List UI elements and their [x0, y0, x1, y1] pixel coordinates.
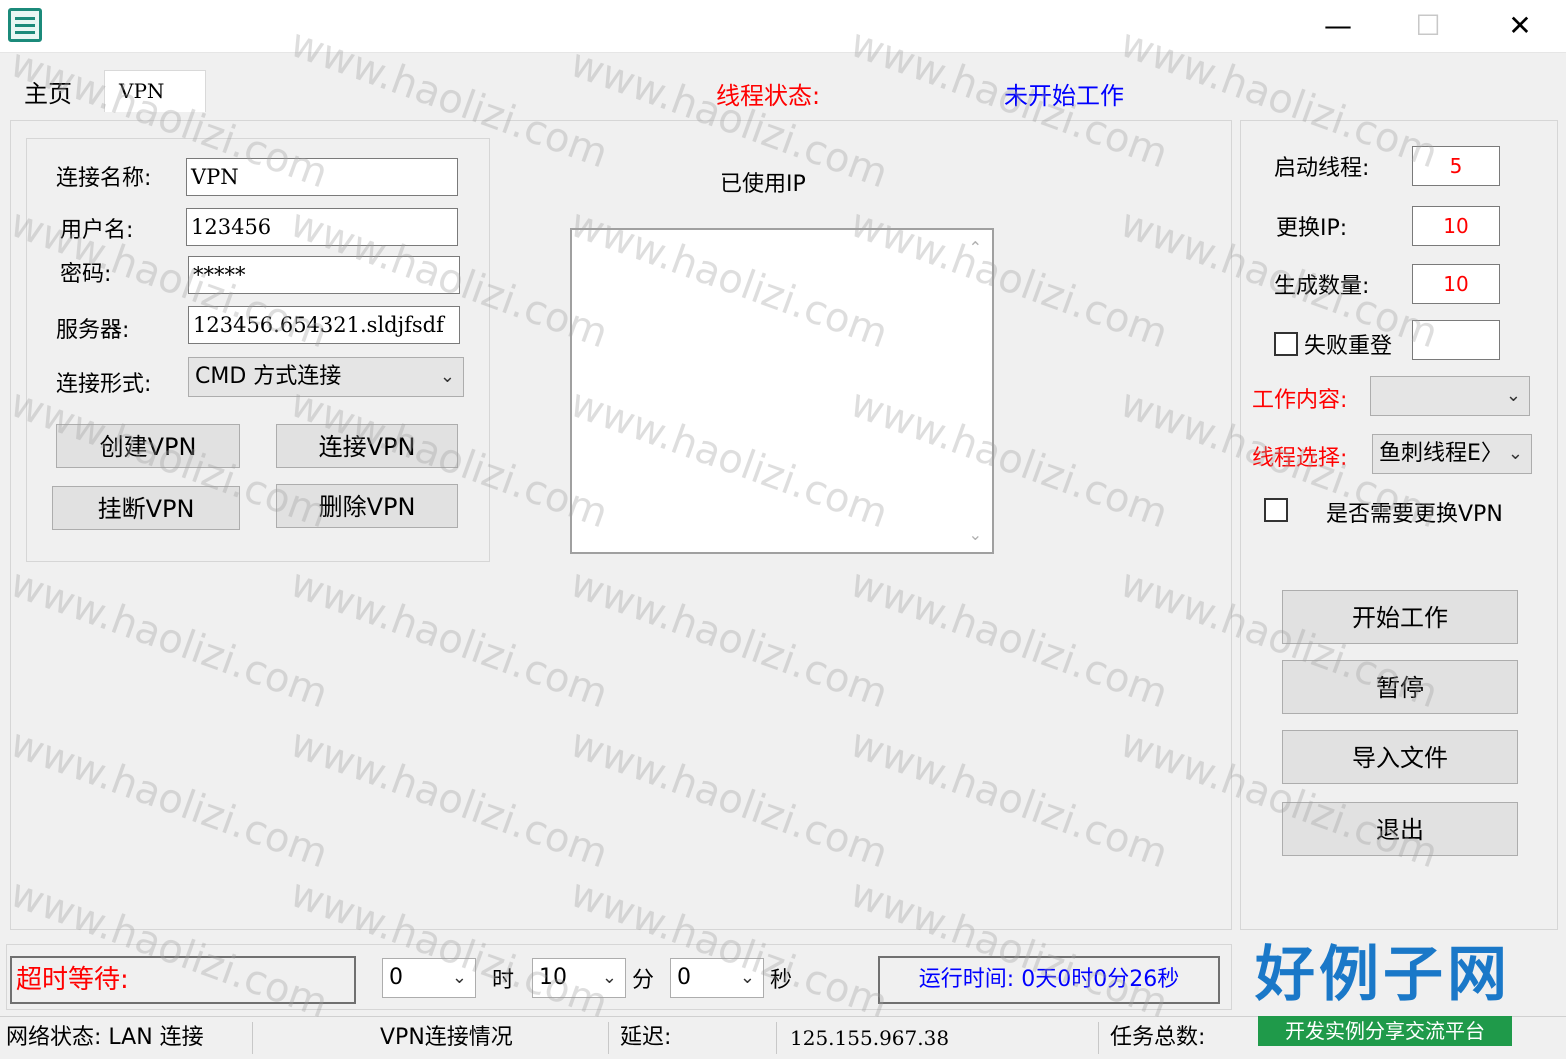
- timeout-label: 超时等待:: [10, 956, 356, 1004]
- connect-vpn-button[interactable]: 连接VPN: [276, 424, 458, 468]
- fail-relogin-input[interactable]: [1412, 320, 1500, 360]
- minutes-unit: 分: [632, 968, 655, 993]
- server-label: 服务器:: [56, 318, 130, 343]
- task-total-label: 任务总数:: [1110, 1025, 1206, 1050]
- change-ip-label: 更换IP:: [1276, 216, 1348, 241]
- tab-vpn[interactable]: VPN: [104, 70, 206, 112]
- start-threads-input[interactable]: 5: [1412, 146, 1500, 186]
- chevron-down-icon: ⌄: [601, 967, 617, 988]
- vpn-connection-status: VPN连接情况: [380, 1025, 513, 1050]
- scroll-down-icon[interactable]: ⌄: [969, 525, 982, 544]
- work-content-select[interactable]: ⌄: [1370, 376, 1530, 416]
- create-vpn-button[interactable]: 创建VPN: [56, 424, 240, 468]
- generate-count-input[interactable]: 10: [1412, 264, 1500, 304]
- need-change-vpn-label: 是否需要更换VPN: [1326, 502, 1503, 527]
- thread-select-label: 线程选择:: [1252, 446, 1348, 471]
- seconds-select[interactable]: 0 ⌄: [670, 958, 764, 998]
- status-divider: [776, 1022, 777, 1054]
- site-logo-tagline: 开发实例分享交流平台: [1258, 1016, 1512, 1046]
- generate-count-label: 生成数量:: [1274, 274, 1370, 299]
- used-ip-title: 已使用IP: [720, 172, 806, 197]
- password-label: 密码:: [60, 262, 112, 287]
- chevron-down-icon: ⌄: [1507, 443, 1523, 464]
- username-field[interactable]: 123456: [186, 208, 458, 246]
- server-field[interactable]: 123456.654321.sldjfsdf: [188, 306, 460, 344]
- app-icon: [8, 8, 42, 42]
- connection-name-label: 连接名称:: [56, 166, 152, 191]
- start-work-button[interactable]: 开始工作: [1282, 590, 1518, 644]
- connection-type-label: 连接形式:: [56, 372, 152, 397]
- username-label: 用户名:: [60, 218, 134, 243]
- pause-button[interactable]: 暂停: [1282, 660, 1518, 714]
- hours-value: 0: [389, 965, 403, 990]
- chevron-down-icon: ⌄: [439, 366, 455, 387]
- network-status: 网络状态: LAN 连接: [6, 1025, 204, 1050]
- chevron-down-icon: ⌄: [1505, 385, 1521, 406]
- hours-unit: 时: [492, 968, 515, 993]
- thread-status-label: 线程状态:: [716, 82, 821, 110]
- minimize-button[interactable]: —: [1308, 4, 1368, 48]
- used-ip-list[interactable]: ⌃ ⌄: [570, 228, 994, 554]
- connection-type-value: CMD 方式连接: [195, 364, 342, 389]
- work-content-label: 工作内容:: [1252, 388, 1348, 413]
- runtime-display: 运行时间: 0天0时0分26秒: [878, 956, 1220, 1004]
- current-ip: 125.155.967.38: [790, 1026, 950, 1050]
- connection-type-select[interactable]: CMD 方式连接 ⌄: [188, 357, 464, 397]
- tab-home[interactable]: 主页: [12, 74, 116, 112]
- password-field[interactable]: *****: [188, 256, 460, 294]
- status-divider: [1098, 1022, 1099, 1054]
- minutes-value: 10: [539, 965, 567, 990]
- delete-vpn-button[interactable]: 删除VPN: [276, 484, 458, 528]
- connection-name-field[interactable]: VPN: [186, 158, 458, 196]
- need-change-vpn-checkbox[interactable]: [1264, 498, 1288, 522]
- maximize-button[interactable]: ☐: [1398, 4, 1458, 48]
- exit-button[interactable]: 退出: [1282, 802, 1518, 856]
- scroll-up-icon[interactable]: ⌃: [969, 238, 982, 257]
- status-divider: [252, 1022, 253, 1054]
- hours-select[interactable]: 0 ⌄: [382, 958, 476, 998]
- latency-label: 延迟:: [620, 1025, 672, 1050]
- change-ip-input[interactable]: 10: [1412, 206, 1500, 246]
- chevron-down-icon: ⌄: [739, 967, 755, 988]
- minutes-select[interactable]: 10 ⌄: [532, 958, 626, 998]
- hangup-vpn-button[interactable]: 挂断VPN: [52, 486, 240, 530]
- fail-relogin-label: 失败重登: [1304, 334, 1393, 359]
- thread-select-value: 鱼刺线程E〉: [1379, 441, 1503, 466]
- import-file-button[interactable]: 导入文件: [1282, 730, 1518, 784]
- seconds-value: 0: [677, 965, 691, 990]
- chevron-down-icon: ⌄: [451, 967, 467, 988]
- thread-status-value: 未开始工作: [1004, 82, 1124, 110]
- status-divider: [608, 1022, 609, 1054]
- fail-relogin-checkbox[interactable]: [1274, 332, 1298, 356]
- thread-select[interactable]: 鱼刺线程E〉 ⌄: [1372, 434, 1532, 474]
- seconds-unit: 秒: [770, 968, 793, 993]
- site-logo: 好例子网: [1255, 940, 1511, 1010]
- start-threads-label: 启动线程:: [1274, 156, 1370, 181]
- close-button[interactable]: ✕: [1490, 4, 1550, 48]
